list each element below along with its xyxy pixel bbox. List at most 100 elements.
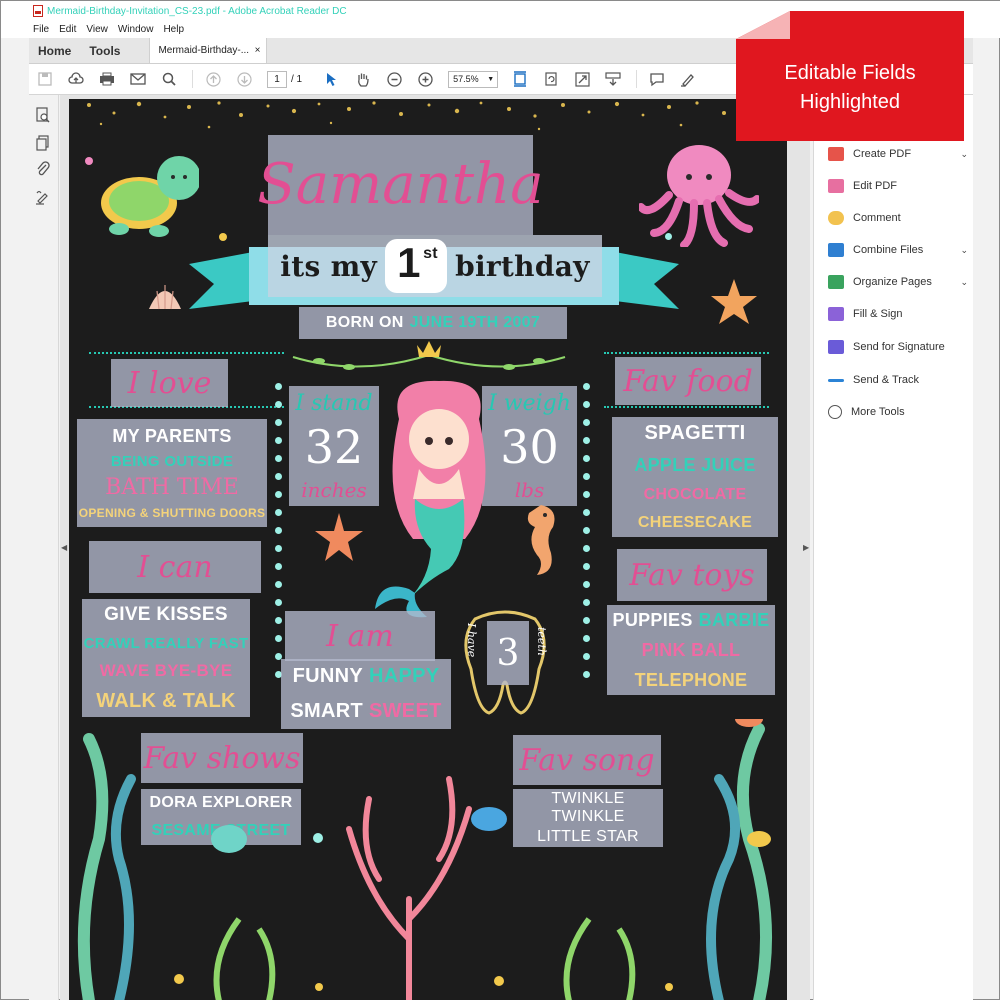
i-am-title-field[interactable]: I am — [285, 611, 435, 661]
chevron-down-icon: ▼ — [487, 75, 495, 83]
bubble-decoration — [219, 233, 227, 241]
window-title: Mermaid-Birthday-Invitation_CS-23.pdf - … — [47, 5, 347, 17]
tool-create-pdf[interactable]: Create PDF ⌄ — [828, 145, 968, 163]
signature-pen-icon[interactable] — [35, 189, 51, 205]
menu-window[interactable]: Window — [118, 24, 154, 35]
fav-toys-item: BARBIE — [698, 609, 770, 630]
save-icon[interactable] — [37, 71, 53, 87]
page-thumbnails-icon[interactable] — [35, 107, 51, 123]
menu-edit[interactable]: Edit — [59, 24, 76, 35]
page-number-input[interactable]: 1 — [267, 70, 287, 88]
tab-home[interactable]: Home — [29, 38, 80, 63]
chevron-down-icon[interactable]: ⌄ — [960, 245, 968, 256]
teeth-count-field[interactable]: 3 — [487, 621, 529, 685]
zoom-in-icon[interactable] — [417, 71, 433, 87]
tool-combine-files[interactable]: Combine Files ⌄ — [828, 241, 968, 259]
i-am-title: I am — [326, 618, 394, 654]
i-can-item: GIVE KISSES — [104, 603, 228, 625]
i-can-item: WALK & TALK — [96, 689, 236, 712]
tool-label: Send for Signature — [853, 341, 945, 353]
i-love-list-field[interactable]: MY PARENTS BEING OUTSIDE BATH TIME OPENI… — [77, 419, 267, 527]
i-love-item: MY PARENTS — [112, 425, 232, 446]
birthday-suffix: st — [423, 245, 438, 262]
previous-page-icon[interactable] — [205, 71, 221, 87]
collapse-left-panel-icon[interactable]: ◀ — [61, 543, 67, 552]
full-screen-icon[interactable] — [574, 71, 590, 87]
born-on-field[interactable]: BORN ON JUNE 19TH 2007 — [299, 307, 567, 339]
select-cursor-icon[interactable] — [324, 71, 340, 87]
chevron-down-icon[interactable]: ⌄ — [960, 277, 968, 288]
height-field[interactable]: I stand 32 inches — [289, 386, 379, 506]
highlight-pen-icon[interactable] — [680, 71, 696, 87]
name-field[interactable]: Samantha — [257, 135, 544, 235]
tool-label: Edit PDF — [853, 180, 898, 192]
chevron-down-icon[interactable]: ⌄ — [960, 149, 968, 160]
email-icon[interactable] — [130, 71, 146, 87]
tool-organize-pages[interactable]: Organize Pages ⌄ — [828, 273, 968, 291]
i-love-title: I love — [127, 365, 212, 401]
starfish-icon — [315, 513, 363, 561]
tool-send-for-signature[interactable]: Send for Signature — [828, 338, 968, 356]
tab-tools[interactable]: Tools — [80, 38, 129, 63]
i-love-title-field[interactable]: I love — [111, 359, 228, 407]
rotate-page-icon[interactable] — [543, 71, 559, 87]
height-value: 32 — [304, 419, 364, 474]
fav-toys-list-field[interactable]: PUPPIES BARBIE PINK BALL TELEPHONE — [607, 605, 775, 695]
tool-more-tools[interactable]: More Tools — [828, 403, 968, 421]
i-can-list-field[interactable]: GIVE KISSES CRAWL REALLY FAST WAVE BYE-B… — [82, 599, 250, 717]
octopus-illustration — [639, 145, 759, 247]
copy-pages-icon[interactable] — [35, 135, 51, 151]
banner-text: Editable Fields Highlighted — [736, 59, 964, 117]
next-page-icon[interactable] — [236, 71, 252, 87]
sea-turtle-illustration — [101, 156, 199, 237]
tool-edit-pdf[interactable]: Edit PDF — [828, 177, 968, 195]
zoom-out-icon[interactable] — [386, 71, 402, 87]
tool-comment[interactable]: Comment — [828, 209, 968, 227]
teeth-suffix: teeth — [535, 627, 548, 656]
zoom-level-select[interactable]: 57.5% ▼ — [448, 70, 499, 88]
pdf-file-icon — [33, 5, 43, 17]
i-can-title-field[interactable]: I can — [89, 541, 261, 593]
toolbar-separator — [192, 70, 193, 88]
fit-page-icon[interactable] — [512, 71, 528, 87]
menu-view[interactable]: View — [86, 24, 108, 35]
scroll-mode-icon[interactable] — [605, 71, 621, 87]
print-icon[interactable] — [99, 71, 115, 87]
fav-food-item: APPLE JUICE — [634, 455, 756, 475]
teeth-value: 3 — [496, 632, 520, 674]
fav-food-title-field[interactable]: Fav food — [615, 357, 761, 405]
more-tools-icon — [828, 405, 842, 419]
attachment-paperclip-icon[interactable] — [35, 161, 51, 177]
tool-send-track[interactable]: Send & Track — [828, 371, 968, 389]
i-love-item: OPENING & SHUTTING DOORS — [78, 506, 266, 521]
collapse-right-panel-icon[interactable]: ▶ — [803, 543, 809, 552]
birthday-right-text: birthday — [455, 249, 590, 283]
hand-tool-icon[interactable] — [355, 71, 371, 87]
i-can-item: CRAWL REALLY FAST — [83, 634, 249, 652]
birthday-age-field[interactable]: its my 1 st birthday — [268, 235, 602, 297]
tool-label: Create PDF — [853, 148, 912, 160]
tab-document[interactable]: Mermaid-Birthday-... × — [149, 38, 268, 63]
birthday-left-text: its my — [280, 249, 378, 283]
menu-file[interactable]: File — [33, 24, 49, 35]
wave-divider — [604, 406, 769, 412]
comment-icon[interactable] — [649, 71, 665, 87]
fav-toys-title-field[interactable]: Fav toys — [617, 549, 767, 601]
fav-toys-item: PUPPIES — [612, 609, 693, 630]
teeth-prefix: I have — [465, 623, 478, 658]
acrobat-window: Mermaid-Birthday-Invitation_CS-23.pdf - … — [0, 0, 1000, 1000]
close-tab-icon[interactable]: × — [255, 45, 261, 56]
tool-fill-sign[interactable]: Fill & Sign — [828, 305, 968, 323]
fav-food-list-field[interactable]: SPAGETTI APPLE JUICE CHOCOLATE CHEESECAK… — [612, 417, 778, 537]
fav-food-item: CHOCOLATE — [643, 486, 747, 503]
combine-files-icon — [828, 243, 844, 257]
zoom-level-value: 57.5% — [453, 74, 479, 84]
page-total: / 1 — [291, 73, 303, 85]
born-on-label: BORN ON — [325, 314, 404, 331]
bubble-decoration — [313, 833, 323, 843]
upload-cloud-icon[interactable] — [68, 71, 84, 87]
fav-food-item: CHEESECAKE — [637, 514, 753, 531]
send-track-icon — [828, 378, 844, 382]
search-icon[interactable] — [161, 71, 177, 87]
menu-help[interactable]: Help — [163, 24, 184, 35]
